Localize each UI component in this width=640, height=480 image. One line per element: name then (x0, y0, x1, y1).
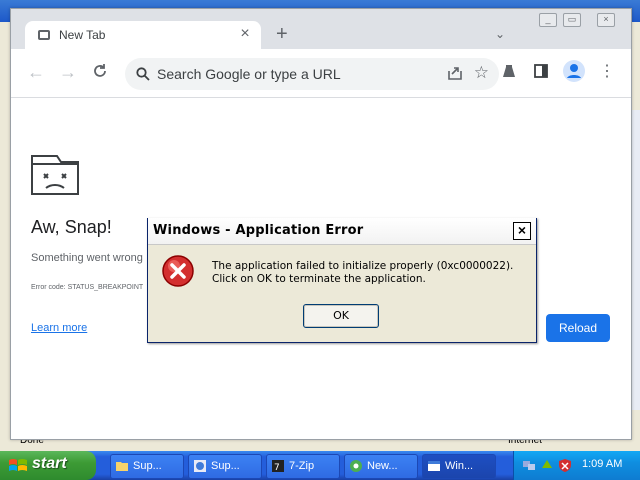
tab-title: New Tab (59, 28, 106, 42)
close-window-icon[interactable]: × (597, 13, 615, 27)
omnibox-placeholder: Search Google or type a URL (157, 66, 341, 82)
network-icon[interactable] (522, 458, 536, 472)
share-icon[interactable] (447, 65, 463, 81)
tray-clock: 1:09 AM (582, 458, 623, 470)
tab-favicon-icon (38, 30, 50, 40)
tab-close-icon[interactable]: × (237, 25, 253, 43)
dialog-close-icon[interactable]: × (513, 222, 531, 240)
taskbar-item[interactable]: Sup... (188, 454, 262, 479)
reload-button[interactable]: Reload (546, 314, 610, 342)
error-code: Error code: STATUS_BREAKPOINT (31, 284, 144, 291)
taskbar: start Sup... Sup... 7 7-Zip New... Win..… (0, 451, 640, 480)
explorer-icon (194, 460, 206, 472)
dialog-titlebar[interactable]: Windows - Application Error × (148, 218, 536, 245)
tab-new-tab[interactable]: New Tab × (25, 21, 261, 49)
menu-kebab-icon[interactable]: ⋮ (599, 63, 615, 81)
start-label: start (32, 455, 67, 472)
taskbar-item[interactable]: 7 7-Zip (266, 454, 340, 479)
extensions-icon[interactable] (501, 63, 517, 79)
7zip-icon: 7 (272, 460, 284, 472)
crash-message: Something went wrong (31, 252, 143, 264)
side-panel-icon[interactable] (533, 63, 549, 79)
dialog-message: The application failed to initialize pro… (212, 260, 514, 285)
back-arrow-icon[interactable]: ← (27, 63, 45, 81)
windows-flag-icon (9, 459, 27, 471)
forward-arrow-icon[interactable]: → (59, 63, 77, 81)
learn-more-link[interactable]: Learn more (31, 322, 87, 334)
taskbar-item[interactable]: Sup... (110, 454, 184, 479)
tab-search-chevron-icon[interactable]: ⌄ (495, 27, 505, 41)
bookmark-star-icon[interactable]: ☆ (474, 63, 489, 83)
minimize-icon[interactable]: _ (539, 13, 557, 27)
svg-text:7: 7 (274, 463, 280, 472)
taskbar-item[interactable]: New... (344, 454, 418, 479)
restore-icon[interactable]: ▭ (563, 13, 581, 27)
reload-icon[interactable] (92, 63, 108, 79)
start-button[interactable]: start (0, 451, 96, 480)
omnibox[interactable]: Search Google or type a URL ☆ (125, 58, 499, 90)
profile-avatar-icon[interactable] (563, 60, 585, 82)
safely-remove-icon[interactable] (540, 458, 554, 472)
sad-folder-icon (31, 155, 79, 195)
chrome-icon (350, 460, 362, 472)
dialog-title: Windows - Application Error (153, 223, 364, 238)
system-tray: 1:09 AM (513, 451, 640, 480)
error-icon (162, 255, 194, 287)
taskbar-item[interactable]: Win... (422, 454, 496, 479)
ok-button[interactable]: OK (303, 304, 379, 328)
search-icon (136, 67, 150, 81)
folder-icon (116, 462, 128, 471)
window-icon (428, 461, 440, 471)
security-shield-icon[interactable] (558, 458, 572, 472)
tab-strip: New Tab × + ⌄ _ ▭ × (11, 9, 631, 49)
application-error-dialog: Windows - Application Error × The applic… (147, 218, 537, 343)
browser-toolbar: ← → Search Google or type a URL ☆ ⋮ (11, 49, 631, 98)
new-tab-icon[interactable]: + (276, 24, 288, 44)
crash-title: Aw, Snap! (31, 217, 112, 237)
